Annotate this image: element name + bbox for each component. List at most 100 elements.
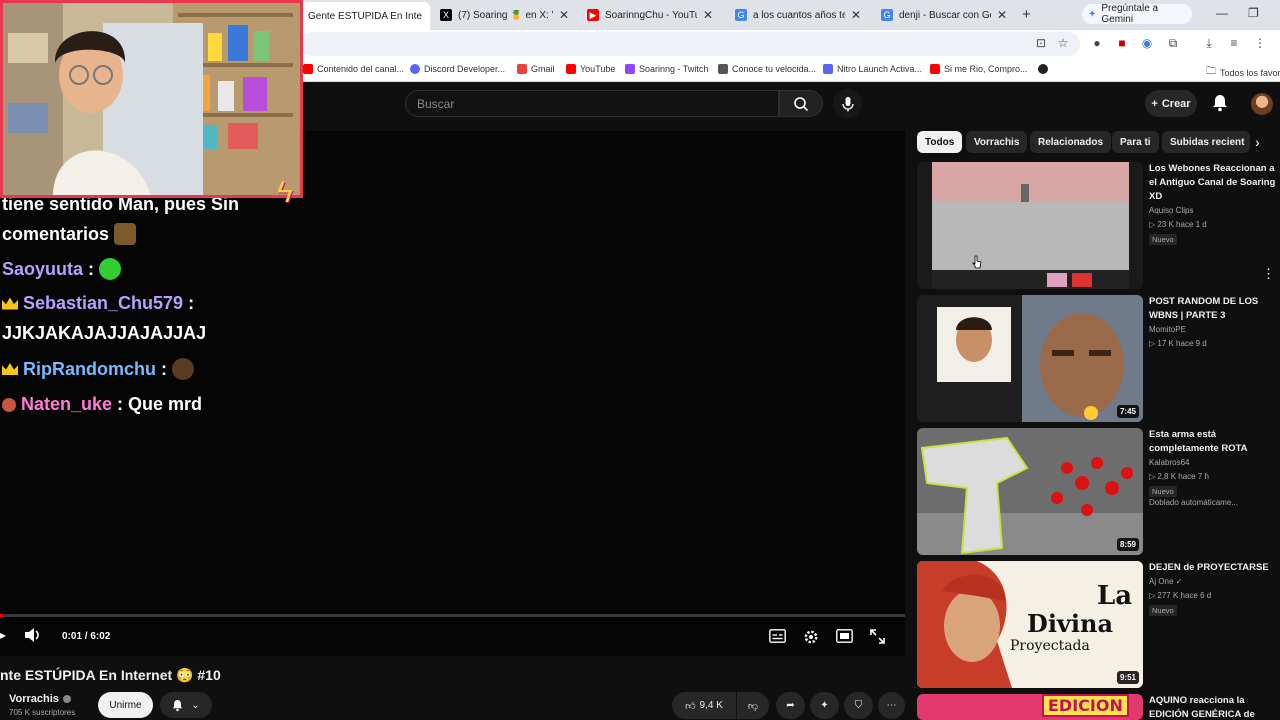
search-button[interactable] <box>779 90 823 117</box>
tab-youtube[interactable]: ▶ SoarinngChu - YouTube ✕ <box>579 4 721 26</box>
more-actions-button[interactable]: ⋯ <box>878 692 905 719</box>
like-button[interactable]: 👍︎ 9,4 K <box>672 692 736 719</box>
chip-subidas-recientes[interactable]: Subidas recient <box>1162 131 1250 153</box>
bookmark-item[interactable]: Gmail <box>517 64 555 74</box>
chip-para-ti[interactable]: Para ti <box>1112 131 1159 153</box>
extensions-puzzle-icon[interactable]: ⧉ <box>1166 36 1180 50</box>
join-button[interactable]: Unirme <box>98 692 153 718</box>
tab-google-denji[interactable]: G denji - Buscar con Google ✕ <box>873 4 1015 26</box>
channel-name[interactable]: Aj One ✓ <box>1149 577 1182 586</box>
video-thumbnail[interactable]: La Divina Proyectada 9:51 <box>917 561 1143 688</box>
bookmark-item[interactable]: Nitro Launch Activa... <box>823 64 922 74</box>
chat-username: RipRandomchu <box>23 358 156 379</box>
progress-bar[interactable] <box>0 614 905 617</box>
video-thumbnail[interactable]: 7:45 <box>917 295 1143 422</box>
extension-icon[interactable]: ● <box>1090 36 1104 50</box>
menu-dots-icon[interactable]: ⋮ <box>1253 36 1267 50</box>
recommended-video[interactable]: La Divina Proyectada 9:51 DEJEN de PROYE… <box>917 561 1280 689</box>
notifications-bell-icon[interactable] <box>1212 94 1228 117</box>
chip-vorrachis[interactable]: Vorrachis <box>966 131 1028 153</box>
ask-ai-button[interactable]: ✦ <box>810 692 839 719</box>
download-icon[interactable]: ⤓ <box>1202 36 1216 50</box>
youtube-icon: ▶ <box>587 9 599 21</box>
new-tab-icon[interactable]: + <box>1022 6 1031 23</box>
subscription-bell-button[interactable]: ⌄ <box>160 692 212 718</box>
media-control-icon[interactable]: ≡ <box>1227 36 1241 50</box>
recommended-video[interactable]: 7:45 POST RANDOM DE LOS WBNS | PARTE 3 M… <box>917 295 1280 423</box>
thumbnail-image <box>917 428 1143 555</box>
chevron-right-icon[interactable]: › <box>1255 134 1260 150</box>
channel-name[interactable]: Aquiso Clips <box>1149 206 1193 215</box>
create-button[interactable]: + Crear <box>1145 90 1197 117</box>
share-button[interactable]: ➦ <box>776 692 805 719</box>
video-title[interactable]: Esta arma está completamente ROTA <box>1149 428 1279 456</box>
chip-relacionados[interactable]: Relacionados <box>1030 131 1112 153</box>
channel-name[interactable]: Vorrachis <box>9 693 71 705</box>
gemini-button[interactable]: ✦ Pregúntale a Gemini <box>1082 3 1192 25</box>
close-tab-icon[interactable]: ✕ <box>845 8 861 22</box>
play-icon[interactable]: ▸ <box>0 628 6 642</box>
recommended-video[interactable]: 8:59 Esta arma está completamente ROTA K… <box>917 428 1280 556</box>
video-thumbnail[interactable]: EDICION <box>917 694 1143 720</box>
bookmark-item[interactable]: Discord Developer... <box>410 64 505 74</box>
channel-name[interactable]: Kalabros64 <box>1149 458 1189 467</box>
bookmark-item[interactable]: Contenido del canal... <box>303 64 404 74</box>
omnibox[interactable] <box>300 32 1080 56</box>
video-title[interactable]: DEJEN de PROYECTARSE <box>1149 561 1279 575</box>
minimize-icon[interactable]: — <box>1216 6 1228 20</box>
tab-active[interactable]: Gente ESTÚPIDA En Intern <box>300 2 430 30</box>
chat-text: : <box>188 293 195 313</box>
extension-icon[interactable]: ■ <box>1115 36 1129 50</box>
avatar[interactable] <box>1251 93 1273 115</box>
theater-mode-button[interactable] <box>836 629 853 646</box>
plus-icon: + <box>1151 97 1158 110</box>
install-app-icon[interactable]: ⊡ <box>1034 36 1048 50</box>
new-badge: Nuevo <box>1149 605 1177 616</box>
extension-icon[interactable]: ◉ <box>1140 36 1154 50</box>
bookmark-item[interactable]: YouTube <box>566 64 615 74</box>
subtitles-button[interactable] <box>769 629 786 646</box>
thumbnail-image <box>917 295 1143 422</box>
video-title[interactable]: AQUINO reacciona la EDICIÓN GENÉRICA de <box>1149 694 1279 720</box>
sparkle-icon: ✦ <box>820 700 829 711</box>
bookmark-item[interactable]: Si me Rio, Compro... <box>930 64 1028 74</box>
channel-name[interactable]: MomitoPE <box>1149 325 1186 334</box>
like-count: 9,4 K <box>699 700 723 711</box>
fullscreen-button[interactable] <box>870 629 885 647</box>
bookmark-label: YouTube <box>580 64 616 74</box>
recommended-video[interactable]: Los Webones Reaccionan a el Antiguo Cana… <box>917 162 1280 290</box>
volume-button[interactable] <box>24 627 42 646</box>
video-title: nte ESTÚPIDA En Internet 😳 #10 <box>0 667 221 683</box>
share-icon: ➦ <box>786 700 795 711</box>
settings-button[interactable] <box>803 629 819 648</box>
close-tab-icon[interactable]: ✕ <box>697 8 713 22</box>
video-title[interactable]: POST RANDOM DE LOS WBNS | PARTE 3 <box>1149 295 1279 323</box>
bookmark-item[interactable]: Conoce tu velocida... <box>718 64 816 74</box>
dislike-button[interactable]: 👎︎ <box>737 692 769 719</box>
all-bookmarks-folder[interactable]: 🗀 Todos los favori <box>1206 64 1280 81</box>
progress-fill <box>0 614 3 617</box>
video-title[interactable]: Los Webones Reaccionan a el Antiguo Cana… <box>1149 162 1279 204</box>
bookmark-item[interactable] <box>1038 64 1048 74</box>
video-thumbnail[interactable] <box>917 162 1143 289</box>
search-placeholder: Buscar <box>417 96 455 111</box>
bookmark-star-icon[interactable]: ☆ <box>1056 36 1070 50</box>
chip-todos[interactable]: Todos <box>917 131 963 153</box>
save-button[interactable]: ⛉ <box>844 692 873 719</box>
video-meta: ▷ 2,8 K hace 7 h <box>1149 472 1209 481</box>
recommended-video[interactable]: EDICION AQUINO reacciona la EDICIÓN GENÉ… <box>917 694 1280 720</box>
close-tab-icon[interactable]: ✕ <box>991 8 1007 22</box>
voice-search-button[interactable] <box>833 89 862 118</box>
video-duration: 7:45 <box>1116 405 1139 418</box>
bookmark-item[interactable]: Soarinng - Twitch <box>625 64 708 74</box>
more-options-icon[interactable]: ⋮ <box>1262 266 1275 282</box>
tab-x[interactable]: X (7) Soaring 🍍 en X: "Cor ✕ <box>432 4 577 26</box>
maximize-icon[interactable]: ❐ <box>1248 6 1259 20</box>
tab-google-search[interactable]: G a los cuantos años te emp ✕ <box>727 4 869 26</box>
globe-icon <box>1038 64 1048 74</box>
chat-message: Naten_uke: Que mrd <box>2 394 202 415</box>
video-thumbnail[interactable]: 8:59 <box>917 428 1143 555</box>
volume-icon <box>25 628 39 642</box>
close-tab-icon[interactable]: ✕ <box>553 8 569 22</box>
search-input[interactable]: Buscar <box>405 90 779 117</box>
